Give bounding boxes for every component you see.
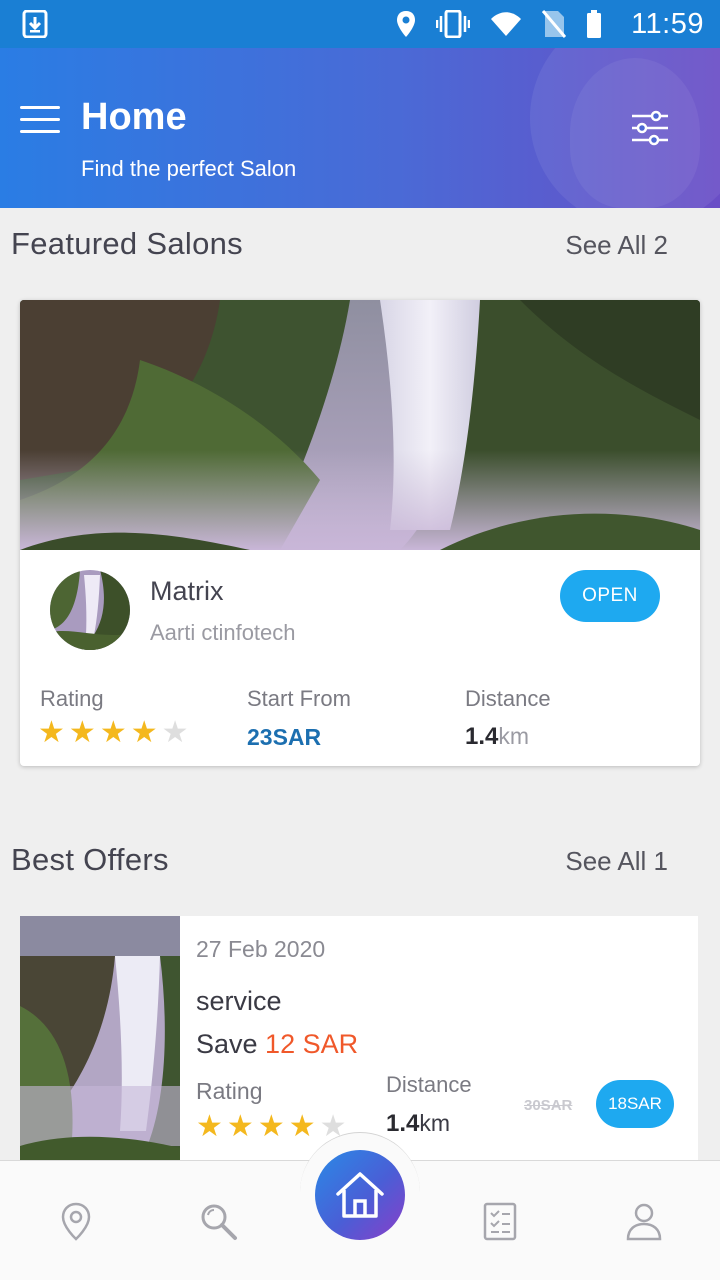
offer-rating-stars: ★ ★ ★ ★ ★ [196,1112,347,1142]
rating-label: Rating [40,686,104,711]
salon-owner: Aarti ctinfotech [150,620,296,645]
star-empty-icon: ★ [161,716,189,749]
status-time: 11:59 [631,8,704,40]
offer-distance-label: Distance [386,1072,472,1097]
distance-value: 1.4km [465,723,529,751]
profile-icon[interactable] [624,1201,664,1241]
offer-image [20,916,180,1162]
star-filled-icon: ★ [288,1110,316,1143]
bookings-list-icon[interactable] [481,1201,521,1241]
featured-see-all-link[interactable]: See All 2 [565,230,668,261]
offer-rating-label: Rating [196,1078,263,1104]
start-from-label: Start From [247,686,351,711]
salon-cover-image [20,300,700,550]
wifi-icon [491,12,521,36]
page-subtitle: Find the perfect Salon [81,156,297,181]
download-notification-icon [22,10,48,38]
offer-price-badge: 18SAR [596,1080,674,1128]
star-filled-icon: ★ [130,716,158,749]
vibrate-icon [436,10,470,38]
battery-icon [587,10,601,38]
location-icon[interactable] [56,1201,96,1241]
offers-see-all-link[interactable]: See All 1 [565,846,668,877]
distance-unit: km [498,723,530,749]
save-amount: 12 SAR [265,1029,359,1059]
filter-sliders-icon[interactable] [630,110,670,146]
featured-salons-title: Featured Salons [11,226,243,261]
offer-distance-value: 1.4km [386,1110,450,1138]
menu-icon-bar [20,106,60,109]
star-filled-icon: ★ [99,716,127,749]
status-icons [396,10,602,38]
offer-date: 27 Feb 2020 [196,936,326,962]
original-price: 30SAR [524,1097,573,1114]
distance-number: 1.4 [386,1110,420,1137]
save-prefix: Save [196,1029,266,1059]
best-offers-title: Best Offers [11,842,169,877]
offer-card[interactable]: 27 Feb 2020 service Save 12 SAR Rating ★… [20,916,698,1162]
star-filled-icon: ★ [38,716,65,749]
app-header: Home Find the perfect Salon [0,48,720,208]
home-icon [336,1172,384,1218]
star-filled-icon: ★ [68,716,96,749]
offer-service-name: service [196,986,282,1016]
no-sim-icon [542,10,566,38]
home-button[interactable] [315,1150,405,1240]
offer-savings: Save 12 SAR [196,1029,358,1060]
page-title: Home [81,96,187,138]
status-bar: 11:59 [0,0,720,48]
star-filled-icon: ★ [226,1110,254,1143]
menu-icon-bar [20,118,60,121]
rating-stars: ★ ★ ★ ★ ★ [38,718,189,748]
menu-icon-bar [20,130,60,133]
location-status-icon [397,11,415,37]
distance-unit: km [419,1110,451,1136]
salon-avatar [50,570,130,650]
menu-button[interactable] [20,106,60,136]
search-icon[interactable] [198,1201,238,1241]
open-status-badge: OPEN [560,570,660,622]
star-filled-icon: ★ [196,1110,223,1143]
distance-label: Distance [465,686,551,711]
start-price: 23SAR [247,724,322,750]
featured-salon-card[interactable]: Matrix Aarti ctinfotech OPEN Rating ★ ★ … [20,300,700,766]
distance-number: 1.4 [465,723,499,750]
star-filled-icon: ★ [257,1110,285,1143]
salon-name: Matrix [150,576,224,606]
